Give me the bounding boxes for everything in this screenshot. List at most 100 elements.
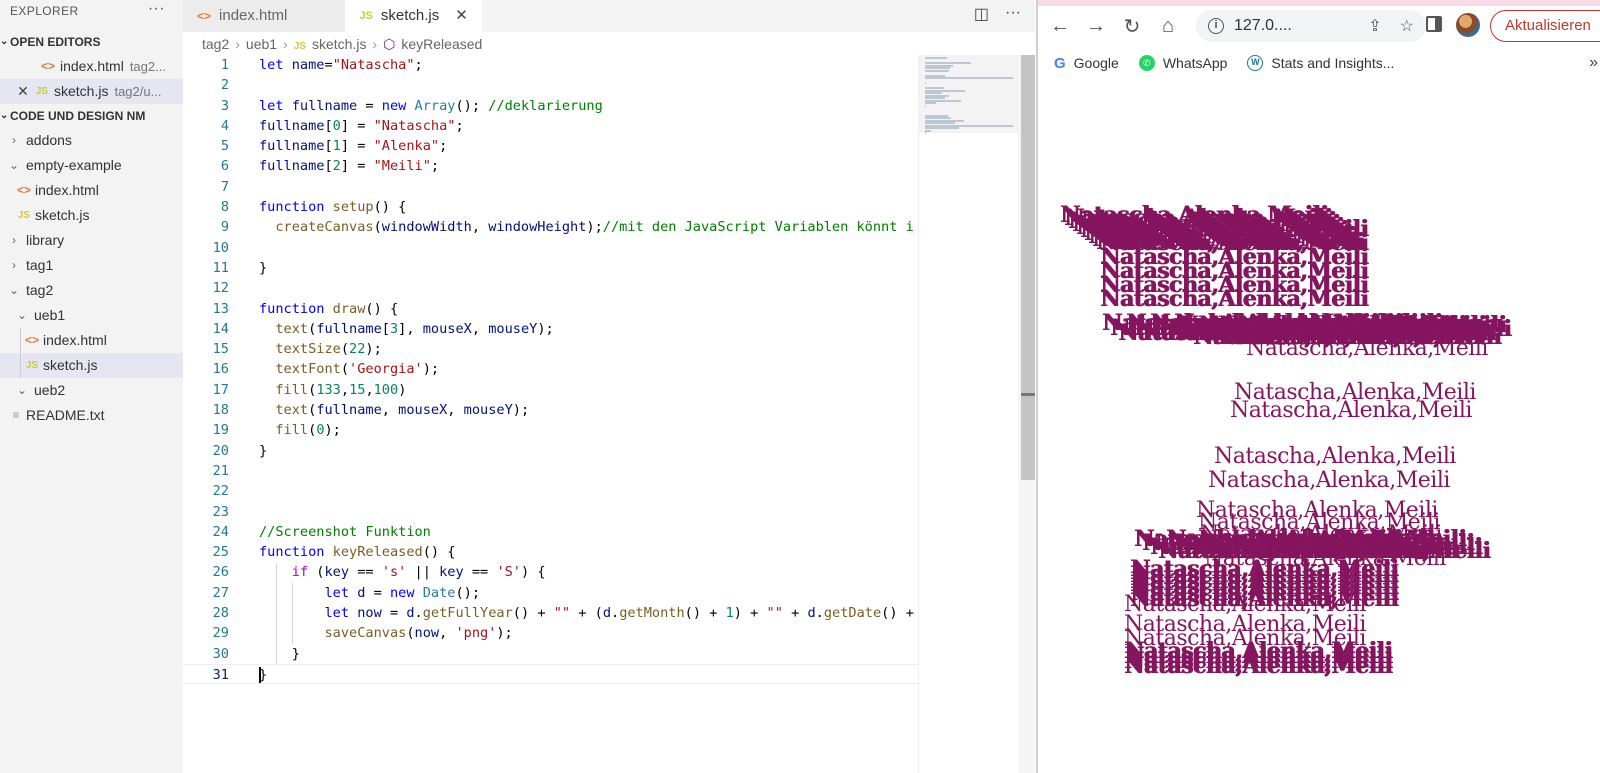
code-line[interactable]: 17 fill(133,15,100)	[183, 380, 918, 400]
code-line[interactable]: 2	[183, 75, 918, 95]
bookmark-google[interactable]: G Google	[1054, 55, 1119, 72]
close-icon[interactable]: ✕	[14, 79, 32, 104]
line-number: 11	[212, 259, 229, 276]
canvas-text: Natascha,Alenka,Meili	[1230, 398, 1472, 423]
code-line[interactable]: 24 //Screenshot Funktion	[183, 522, 918, 542]
vertical-scrollbar[interactable]	[1018, 55, 1035, 773]
code-line[interactable]: 6 fullname[2] = "Meili";	[183, 156, 918, 176]
tree-file-sketch-js[interactable]: JS sketch.js	[0, 203, 183, 228]
project-header[interactable]: ⌄ CODE UND DESIGN NM	[0, 104, 183, 128]
code-line[interactable]: 9 createCanvas(windowWidth, windowHeight…	[183, 217, 918, 237]
tree-folder-empty-example[interactable]: ⌄ empty-example	[0, 153, 183, 178]
chevron-down-icon: ⌄	[8, 283, 20, 297]
code-line[interactable]: 20}	[183, 441, 918, 461]
home-icon[interactable]: ⌂	[1150, 15, 1186, 38]
tree-file-ueb1-sketch-js[interactable]: JS sketch.js	[0, 353, 183, 378]
bookmark-whatsapp[interactable]: ✆ WhatsApp	[1138, 55, 1227, 71]
breadcrumb-item[interactable]: sketch.js	[312, 36, 366, 52]
chevron-down-icon: ⌄	[16, 308, 28, 322]
code-area[interactable]: 1 let name="Natascha"; 2 3 let fullname = ne…	[183, 55, 918, 773]
more-actions-icon[interactable]: ···	[1005, 4, 1021, 24]
tree-label: sketch.js	[43, 357, 98, 373]
tree-folder-ueb2[interactable]: ⌄ ueb2	[0, 378, 183, 403]
code-line[interactable]: 18 text(fullname, mouseX, mouseY);	[183, 400, 918, 420]
minimap[interactable]	[918, 55, 1019, 773]
forward-icon[interactable]: →	[1078, 15, 1114, 38]
tab-label: index.html	[219, 7, 288, 24]
breadcrumb-item[interactable]: ueb1	[246, 36, 277, 52]
code-line[interactable]: 4 fullname[0] = "Natascha";	[183, 116, 918, 136]
tab-sketch-js[interactable]: JS sketch.js ✕	[345, 0, 482, 32]
code-line[interactable]: 19 fill(0);	[183, 420, 918, 440]
tab-index-html[interactable]: <> index.html	[183, 0, 346, 32]
code-line[interactable]: 7	[183, 177, 918, 197]
bookmark-star-icon[interactable]: ☆	[1400, 16, 1414, 36]
tree-folder-ueb1[interactable]: ⌄ ueb1	[0, 303, 183, 328]
open-editor-path: tag2...	[129, 59, 166, 74]
code-line[interactable]: 11}	[183, 258, 918, 278]
address-bar[interactable]: i 127.0.... ⇪ ☆	[1196, 10, 1426, 42]
open-editors-label: OPEN EDITORS	[10, 35, 101, 49]
more-bookmarks-icon[interactable]: »	[1589, 54, 1598, 72]
reload-icon[interactable]: ↻	[1114, 14, 1150, 39]
site-info-icon[interactable]: i	[1208, 18, 1224, 34]
code-line[interactable]: 30 }	[183, 644, 918, 664]
js-file-icon: JS	[17, 210, 31, 221]
code-line[interactable]: 12	[183, 278, 918, 298]
more-actions-icon[interactable]: ···	[148, 1, 165, 22]
code-line[interactable]: 1 let name="Natascha";	[183, 55, 918, 75]
tree-file-readme[interactable]: ≡ README.txt	[0, 403, 183, 428]
p5-canvas[interactable]: Natascha,Alenka,Meili Natascha,Alenka,Mei…	[1038, 78, 1600, 773]
tree-file-index-html[interactable]: <> index.html	[0, 178, 183, 203]
open-editor-item-sketch-js[interactable]: ✕ JS sketch.js tag2/u...	[0, 79, 183, 104]
code-line[interactable]: 25 function keyReleased() {	[183, 542, 918, 562]
tree-folder-tag1[interactable]: › tag1	[0, 253, 183, 278]
side-panel-icon[interactable]	[1426, 16, 1442, 32]
code-line[interactable]: 29 saveCanvas(now, 'png');	[183, 623, 918, 643]
chevron-down-icon: ⌄	[8, 158, 20, 172]
code-line[interactable]: 22	[183, 481, 918, 501]
code-line[interactable]: 8 function setup() {	[183, 197, 918, 217]
code-line[interactable]: 13 function draw() {	[183, 299, 918, 319]
code-line[interactable]: 31}	[183, 663, 918, 685]
line-number: 21	[212, 462, 229, 479]
breadcrumb-item[interactable]: tag2	[202, 36, 229, 52]
profile-avatar[interactable]	[1456, 13, 1480, 37]
code-text: text(fullname[3], mouseX, mouseY);	[275, 320, 554, 337]
browser-window: ← → ↻ ⌂ i 127.0.... ⇪ ☆ Aktualisieren G …	[1036, 0, 1600, 773]
code-line[interactable]: 3 let fullname = new Array(); //deklarier…	[183, 96, 918, 116]
line-number: 7	[220, 178, 229, 195]
code-text: textSize(22);	[275, 341, 382, 358]
code-line[interactable]: 23	[183, 502, 918, 522]
code-line[interactable]: 10	[183, 238, 918, 258]
code-text: }	[259, 666, 268, 683]
tree-folder-library[interactable]: › library	[0, 228, 183, 253]
scrollbar-thumb[interactable]	[1021, 55, 1035, 480]
split-editor-icon[interactable]: ◫	[974, 4, 989, 24]
code-line[interactable]: 28 let now = d.getFullYear() + "" + (d.g…	[183, 603, 918, 623]
bookmark-stats[interactable]: W Stats and Insights...	[1247, 55, 1394, 71]
tree-file-ueb1-index-html[interactable]: <> index.html	[0, 328, 183, 353]
code-line[interactable]: 27 let d = new Date();	[183, 583, 918, 603]
code-line[interactable]: 26 if (key == 's' || key == 'S') {	[183, 562, 918, 582]
open-editors-header[interactable]: ⌄ OPEN EDITORS	[0, 30, 183, 54]
share-icon[interactable]: ⇪	[1368, 16, 1381, 36]
open-editor-item-index-html[interactable]: <> index.html tag2...	[0, 54, 183, 79]
code-line[interactable]: 15 textSize(22);	[183, 339, 918, 359]
line-number: 18	[212, 402, 229, 419]
update-button[interactable]: Aktualisieren	[1490, 10, 1600, 42]
code-line[interactable]: 21	[183, 461, 918, 481]
tree-folder-addons[interactable]: › addons	[0, 128, 183, 153]
tree-folder-tag2[interactable]: ⌄ tag2	[0, 278, 183, 303]
code-text: let fullname = new Array(); //deklarieru…	[259, 97, 603, 114]
html-file-icon: <>	[197, 9, 212, 23]
back-icon[interactable]: ←	[1042, 15, 1078, 38]
line-number: 30	[212, 645, 229, 662]
code-line[interactable]: 14 text(fullname[3], mouseX, mouseY);	[183, 319, 918, 339]
code-line[interactable]: 5 fullname[1] = "Alenka";	[183, 136, 918, 156]
project-label: CODE UND DESIGN NM	[10, 109, 146, 123]
breadcrumb-item[interactable]: keyReleased	[401, 36, 482, 52]
close-tab-icon[interactable]: ✕	[455, 5, 468, 27]
code-line[interactable]: 16 textFont('Georgia');	[183, 359, 918, 379]
minimap-line	[925, 82, 927, 84]
